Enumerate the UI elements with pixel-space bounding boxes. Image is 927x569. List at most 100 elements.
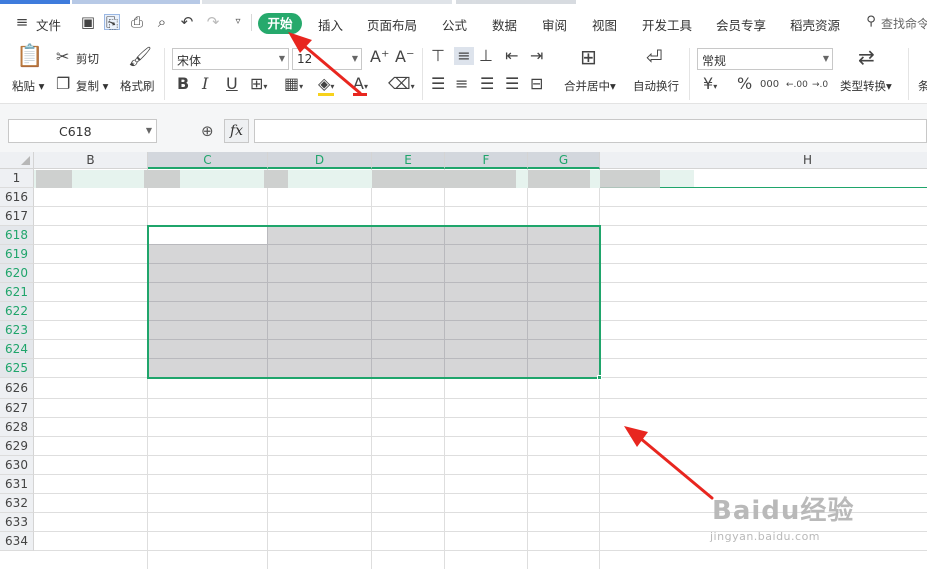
underline-button[interactable]: U <box>226 75 238 93</box>
separator <box>689 48 690 100</box>
shrink-font-button[interactable]: A⁻ <box>395 48 414 66</box>
search-icon[interactable]: ⚲ <box>863 14 879 30</box>
decrease-indent-icon[interactable]: ⇤ <box>505 47 518 65</box>
column-header-c[interactable]: C <box>148 152 268 169</box>
tab-member[interactable]: 会员专享 <box>716 15 766 34</box>
number-format-select[interactable]: 常规 ▼ <box>697 48 833 70</box>
export-pdf-icon[interactable]: ⎘ <box>104 14 120 31</box>
zoom-icon[interactable]: ⊕ <box>201 122 214 140</box>
paste-icon[interactable]: 📋 <box>16 46 43 68</box>
formula-input[interactable] <box>254 119 927 143</box>
window-tab-strip <box>202 0 452 4</box>
search-command[interactable]: 查找命令 <box>881 15 927 32</box>
row-header-618[interactable]: 618 <box>0 226 34 245</box>
wrap-text-button[interactable]: 自动换行 <box>633 78 679 94</box>
currency-button[interactable]: ¥▾ <box>703 75 717 96</box>
fill-handle[interactable] <box>597 375 602 380</box>
percent-button[interactable]: % <box>737 75 752 93</box>
borders-icon[interactable]: ⊞▾ <box>250 75 267 96</box>
tab-formulas[interactable]: 公式 <box>442 15 467 34</box>
align-middle-icon[interactable]: ≡ <box>454 47 474 65</box>
grow-font-button[interactable]: A⁺ <box>370 48 389 66</box>
row-header-631[interactable]: 631 <box>0 475 34 494</box>
type-convert-icon[interactable]: ⇄ <box>858 47 875 67</box>
justify-icon[interactable]: ☰ <box>505 75 519 93</box>
row-header-620[interactable]: 620 <box>0 264 34 283</box>
increase-indent-icon[interactable]: ⇥ <box>530 47 543 65</box>
decrease-decimal-button[interactable]: →.0 <box>812 76 828 94</box>
name-box[interactable]: C618 ▼ <box>8 119 157 143</box>
eraser-icon[interactable]: ⌫▾ <box>388 75 415 96</box>
print-icon[interactable]: ⎙ <box>129 14 145 30</box>
menu-icon[interactable]: ≡ <box>14 14 30 30</box>
merge-center-button[interactable]: 合并居中▾ <box>564 78 616 94</box>
tab-insert[interactable]: 插入 <box>318 15 343 34</box>
align-center-icon[interactable]: ≡ <box>455 75 468 93</box>
row-header-627[interactable]: 627 <box>0 399 34 418</box>
tab-docer-resources[interactable]: 稻壳资源 <box>790 15 840 34</box>
redo-icon[interactable]: ↷ <box>205 14 221 30</box>
row-header-630[interactable]: 630 <box>0 456 34 475</box>
row-header-629[interactable]: 629 <box>0 437 34 456</box>
thousands-separator-button[interactable]: 000 <box>760 76 779 94</box>
column-header-f[interactable]: F <box>445 152 528 169</box>
copy-icon[interactable]: ❐ <box>56 75 70 93</box>
undo-icon[interactable]: ↶ <box>179 14 195 30</box>
select-all-corner[interactable] <box>0 152 34 169</box>
file-menu[interactable]: 文件 <box>36 15 61 34</box>
save-icon[interactable]: ▣ <box>80 14 96 30</box>
merge-center-icon[interactable]: ⊞ <box>580 47 597 67</box>
row-header-628[interactable]: 628 <box>0 418 34 437</box>
row-header-616[interactable]: 616 <box>0 188 34 207</box>
align-left-icon[interactable]: ☰ <box>431 75 445 93</box>
row-header-619[interactable]: 619 <box>0 245 34 264</box>
align-top-icon[interactable]: ⊤ <box>431 47 445 65</box>
increase-decimal-button[interactable]: ←.00 <box>786 76 808 94</box>
column-header-b[interactable]: B <box>34 152 148 169</box>
row-header-633[interactable]: 633 <box>0 513 34 532</box>
copy-button[interactable]: 复制 ▾ <box>76 78 108 94</box>
tab-data[interactable]: 数据 <box>492 15 517 34</box>
italic-button[interactable]: I <box>202 75 208 93</box>
print-preview-icon[interactable]: ⌕ <box>154 14 170 30</box>
type-convert-button[interactable]: 类型转换▾ <box>840 78 892 94</box>
column-header-e[interactable]: E <box>372 152 445 169</box>
cut-button[interactable]: 剪切 <box>76 51 99 67</box>
bold-button[interactable]: B <box>177 75 189 93</box>
row-header-624[interactable]: 624 <box>0 340 34 359</box>
row-header-632[interactable]: 632 <box>0 494 34 513</box>
row-header-617[interactable]: 617 <box>0 207 34 226</box>
font-size-select[interactable]: 12 ▼ <box>292 48 362 70</box>
align-right-icon[interactable]: ☰ <box>480 75 494 93</box>
wrap-text-icon[interactable]: ⏎ <box>646 47 663 67</box>
column-header-d[interactable]: D <box>268 152 372 169</box>
row-header-626[interactable]: 626 <box>0 378 34 399</box>
column-header-h[interactable]: H <box>600 152 927 169</box>
row-header-621[interactable]: 621 <box>0 283 34 302</box>
redacted-content <box>600 170 660 188</box>
row-header-1[interactable]: 1 <box>0 169 34 188</box>
paste-button[interactable]: 粘贴 ▾ <box>12 78 44 94</box>
row-header-634[interactable]: 634 <box>0 532 34 551</box>
tab-review[interactable]: 审阅 <box>542 15 567 34</box>
distribute-icon[interactable]: ⊟ <box>530 75 543 93</box>
scissors-icon[interactable]: ✂ <box>56 48 69 66</box>
insert-function-button[interactable]: fx <box>224 119 249 143</box>
format-painter-icon[interactable]: 🖌 <box>128 48 152 67</box>
tab-page-layout[interactable]: 页面布局 <box>367 15 417 34</box>
tab-view[interactable]: 视图 <box>592 15 617 34</box>
format-painter-button[interactable]: 格式刷 <box>120 78 155 94</box>
column-header-g[interactable]: G <box>528 152 600 169</box>
row-header-625[interactable]: 625 <box>0 359 34 378</box>
chevron-down-icon: ▼ <box>278 54 285 63</box>
align-bottom-icon[interactable]: ⊥ <box>479 47 493 65</box>
redacted-content <box>264 170 288 188</box>
conditional-format-button[interactable]: 条 <box>918 78 927 94</box>
row-header-623[interactable]: 623 <box>0 321 34 340</box>
cell-style-icon[interactable]: ▦▾ <box>284 75 303 96</box>
tab-home[interactable]: 开始 <box>258 13 302 34</box>
customize-quick-access-icon[interactable]: ▿ <box>230 14 246 30</box>
font-name-select[interactable]: 宋体 ▼ <box>172 48 289 70</box>
tab-developer[interactable]: 开发工具 <box>642 15 692 34</box>
row-header-622[interactable]: 622 <box>0 302 34 321</box>
